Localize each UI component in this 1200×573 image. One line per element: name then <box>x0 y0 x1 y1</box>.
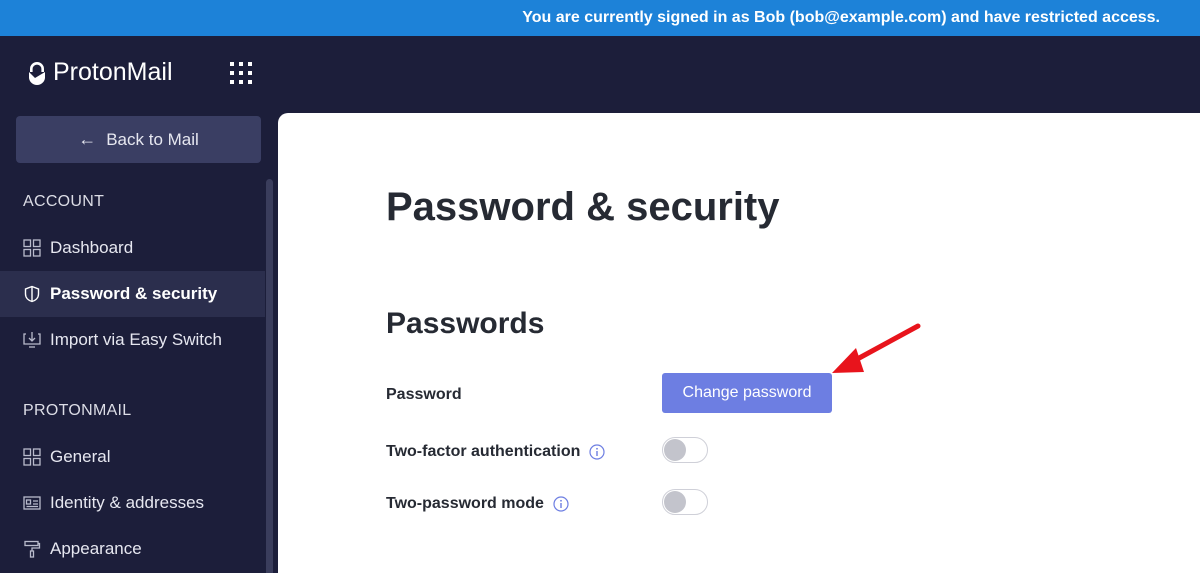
back-to-mail-button[interactable]: ← Back to Mail <box>16 116 261 163</box>
banner-text: You are currently signed in as Bob (bob@… <box>522 9 1160 26</box>
sidebar-item-label: General <box>50 447 111 466</box>
annotation-arrow-icon <box>832 323 921 373</box>
two-password-toggle[interactable] <box>662 489 708 515</box>
arrow-left-icon: ← <box>78 129 97 149</box>
sidebar-item-label: Dashboard <box>50 238 134 257</box>
protonmail-logo[interactable]: ProtonMail <box>27 58 173 87</box>
toggle-knob <box>664 439 686 461</box>
proton-logo-icon <box>29 61 45 85</box>
grid-icon[interactable] <box>230 62 252 84</box>
sidebar-item-label: Identity & addresses <box>50 493 205 512</box>
id-card-icon <box>23 496 41 510</box>
sidebar-item-password-security[interactable]: Password & security <box>0 271 265 317</box>
info-icon[interactable] <box>553 496 569 512</box>
toggle-knob <box>664 491 686 513</box>
dashboard-icon <box>23 448 41 466</box>
sidebar-item-general[interactable]: General <box>0 434 265 480</box>
paint-roller-icon <box>24 540 41 558</box>
two-factor-label-text: Two-factor authentication <box>386 443 581 460</box>
sidebar-item-label: Import via Easy Switch <box>50 330 222 349</box>
dashboard-icon <box>23 239 41 257</box>
change-password-button[interactable]: Change password <box>662 373 832 413</box>
sidebar-item-identity-addresses[interactable]: Identity & addresses <box>0 480 265 526</box>
settings-content: Password & security Passwords Password C… <box>278 113 1200 573</box>
sidebar-item-appearance[interactable]: Appearance <box>0 526 265 572</box>
app-name: ProtonMail <box>53 58 173 86</box>
back-to-mail-label: Back to Mail <box>106 129 199 149</box>
sidebar-item-label: Appearance <box>50 539 142 558</box>
sidebar-item-import[interactable]: Import via Easy Switch <box>0 317 265 363</box>
import-icon <box>23 332 41 348</box>
two-factor-label: Two-factor authentication <box>386 443 605 461</box>
password-label-text: Password <box>386 386 462 403</box>
password-label: Password <box>386 386 462 404</box>
top-bar: ProtonMail <box>0 36 1200 113</box>
restricted-access-banner: You are currently signed in as Bob (bob@… <box>0 0 1200 36</box>
sidebar-item-dashboard[interactable]: Dashboard <box>0 225 265 271</box>
sidebar-scrollbar[interactable] <box>266 179 273 573</box>
info-icon[interactable] <box>589 444 605 460</box>
two-password-label-text: Two-password mode <box>386 495 544 512</box>
protonmail-section-title: PROTONMAIL <box>23 402 132 419</box>
two-password-label: Two-password mode <box>386 495 569 513</box>
shield-icon <box>24 285 40 303</box>
page-title: Password & security <box>386 185 780 229</box>
sidebar-item-label: Password & security <box>50 284 218 303</box>
settings-sidebar: ← Back to Mail ACCOUNT Dashboard Passwor… <box>0 113 278 573</box>
account-section-title: ACCOUNT <box>23 193 105 210</box>
two-factor-toggle[interactable] <box>662 437 708 463</box>
passwords-section-title: Passwords <box>386 307 545 340</box>
